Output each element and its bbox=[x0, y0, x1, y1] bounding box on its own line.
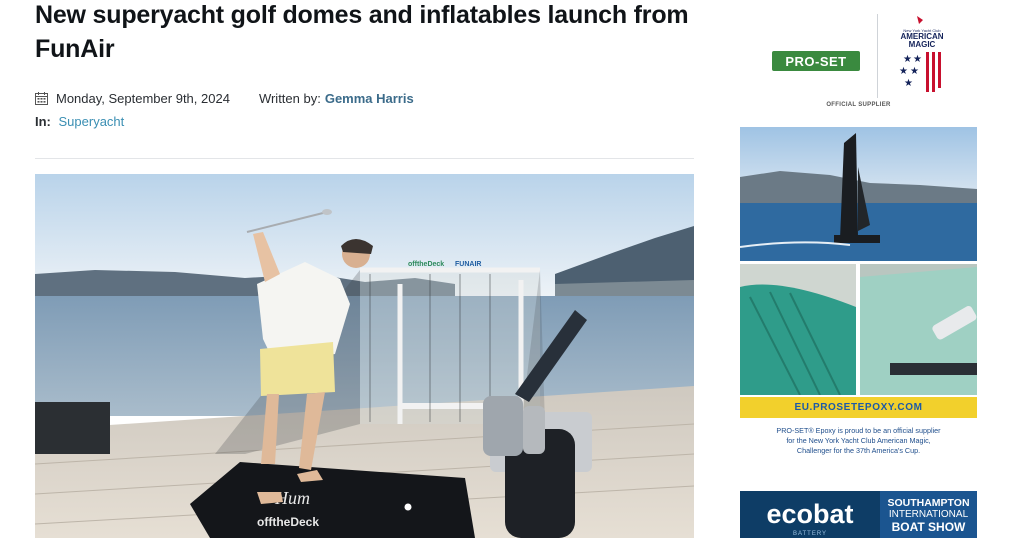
american-magic-logo: New York Yacht Club AMERICAN MAGIC ★ ★ ★ ★… bbox=[899, 16, 944, 92]
divider bbox=[35, 158, 694, 159]
in-label: In: bbox=[35, 114, 51, 129]
epoxy-ad-text: PRO-SET® Epoxy is proud to be an officia… bbox=[776, 426, 941, 455]
hero-logo-funair: FUNAIR bbox=[455, 261, 481, 268]
svg-text:★: ★ bbox=[899, 66, 908, 77]
proset-logo: PRO-SET bbox=[772, 51, 860, 71]
svg-text:★: ★ bbox=[913, 54, 922, 65]
publish-date: Monday, September 9th, 2024 bbox=[56, 91, 230, 106]
proset-ad[interactable]: PRO-SET New York Yacht Club AMERICAN MAG… bbox=[740, 0, 977, 118]
epoxy-ad-images bbox=[739, 127, 977, 396]
ecobat-logo: ecobat BATTERY bbox=[740, 491, 880, 538]
hero-logo-offthedeck: offtheDeck bbox=[408, 261, 444, 268]
official-supplier-label: OFFICIAL SUPPLIER bbox=[826, 102, 891, 108]
calendar-icon bbox=[35, 92, 48, 105]
article-title: New superyacht golf domes and inflatable… bbox=[35, 1, 689, 63]
svg-text:★: ★ bbox=[904, 78, 913, 89]
category-link[interactable]: Superyacht bbox=[59, 114, 125, 129]
hero-image[interactable]: offtheDeck FUNAIR Hum offtheDeck bbox=[35, 174, 694, 538]
svg-text:MAGIC: MAGIC bbox=[909, 40, 936, 49]
boat-show-ad[interactable]: ecobat BATTERY SOUTHAMPTON INTERNATIONAL… bbox=[740, 491, 977, 538]
written-by-label: Written by: bbox=[258, 91, 321, 106]
category-row: In: Superyacht bbox=[35, 114, 124, 129]
author-link[interactable]: Gemma Harris bbox=[325, 91, 414, 106]
svg-text:offtheDeck: offtheDeck bbox=[257, 515, 319, 529]
sidebar: PRO-SET New York Yacht Club AMERICAN MAG… bbox=[739, 0, 977, 538]
proset-epoxy-ad[interactable]: EU.PROSETEPOXY.COM PRO-SET® Epoxy is pro… bbox=[739, 127, 977, 474]
svg-text:★: ★ bbox=[903, 54, 912, 65]
ad-divider bbox=[877, 14, 878, 98]
article-meta: Monday, September 9th, 2024 Written by: … bbox=[35, 91, 414, 106]
article-main: New superyacht golf domes and inflatable… bbox=[0, 0, 720, 538]
svg-text:★: ★ bbox=[910, 66, 919, 77]
epoxy-url[interactable]: EU.PROSETEPOXY.COM bbox=[740, 397, 977, 418]
boat-show-logo: SOUTHAMPTON INTERNATIONAL BOAT SHOW bbox=[880, 491, 977, 538]
